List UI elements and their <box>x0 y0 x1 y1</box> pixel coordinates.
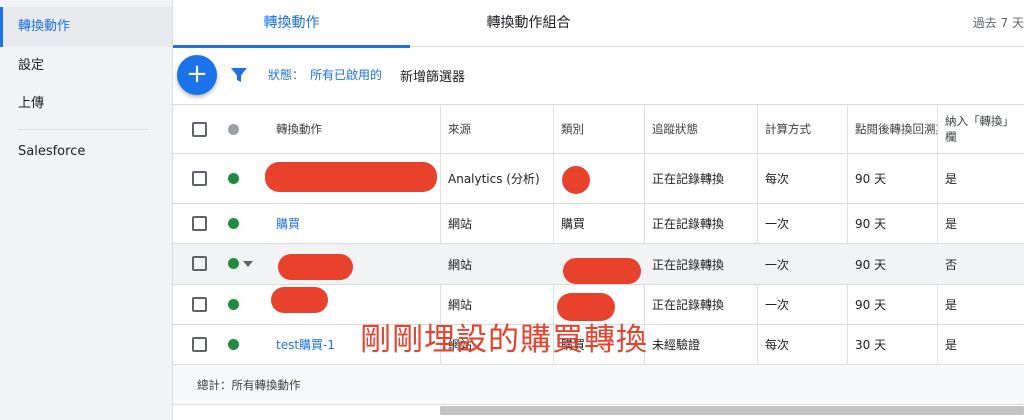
total-label: 總計：所有轉換動作 <box>197 378 301 392</box>
header-click-through-window[interactable]: 點閱後轉換回溯期 <box>847 105 937 153</box>
header-category[interactable]: 類別 <box>553 105 644 153</box>
row-checkbox[interactable] <box>192 171 207 186</box>
header-counting[interactable]: 計算方式 <box>757 105 847 153</box>
cell-include: 是 <box>945 217 958 231</box>
cell-include: 否 <box>945 257 958 272</box>
cell-tracking-status: 正在記錄轉換 <box>652 257 725 272</box>
cell-tracking-status: 正在記錄轉換 <box>652 172 725 186</box>
date-range-selector[interactable]: 過去 7 天 <box>973 0 1024 47</box>
cell-window: 90 天 <box>855 217 887 231</box>
cell-counting: 一次 <box>765 257 790 272</box>
redaction-mark <box>265 162 437 192</box>
status-dot-enabled <box>228 173 239 184</box>
header-include-in-conversions[interactable]: 納入「轉換」欄 <box>937 105 1024 153</box>
row-checkbox[interactable] <box>192 297 207 312</box>
status-dot-enabled <box>228 299 239 310</box>
select-all-checkbox[interactable] <box>192 122 207 137</box>
sidebar-divider <box>18 129 148 130</box>
horizontal-scrollbar[interactable] <box>440 406 1024 415</box>
sidebar-item-settings[interactable]: 設定 <box>0 46 172 86</box>
header-tracking-status[interactable]: 追蹤狀態 <box>644 105 757 153</box>
cell-source: 網站 <box>448 217 473 231</box>
cell-window: 90 天 <box>855 257 887 272</box>
sidebar: 轉換動作 設定 上傳 Salesforce <box>0 0 173 420</box>
cell-include: 是 <box>945 172 958 186</box>
tab-conversion-sets[interactable]: 轉換動作組合 <box>410 0 647 47</box>
status-column-icon <box>228 124 239 135</box>
cell-include: 是 <box>945 298 958 312</box>
cell-tracking-status: 正在記錄轉換 <box>652 298 725 312</box>
tab-conversions[interactable]: 轉換動作 <box>173 0 410 48</box>
cell-counting: 一次 <box>765 298 790 312</box>
cell-source: Analytics (分析) <box>448 172 540 186</box>
redaction-mark <box>278 254 353 280</box>
filter-icon[interactable] <box>230 66 248 84</box>
cell-tracking-status: 正在記錄轉換 <box>652 217 725 231</box>
add-conversion-button[interactable]: + <box>177 55 217 95</box>
cell-counting: 每次 <box>765 172 790 186</box>
sidebar-item-conversions[interactable]: 轉換動作 <box>0 7 172 47</box>
cell-window: 30 天 <box>855 338 887 352</box>
cell-counting: 一次 <box>765 217 790 231</box>
status-filter-chip[interactable]: 所有已啟用的 <box>310 66 382 83</box>
row-checkbox[interactable] <box>192 256 207 271</box>
sidebar-item-uploads[interactable]: 上傳 <box>0 84 172 124</box>
status-dropdown-icon[interactable] <box>243 261 253 267</box>
cell-window: 90 天 <box>855 298 887 312</box>
add-filter-button[interactable]: 新增篩選器 <box>400 66 465 85</box>
row-checkbox[interactable] <box>192 337 207 352</box>
header-source[interactable]: 來源 <box>440 105 553 153</box>
annotation-text: 剛剛埋設的購買轉換 <box>360 322 648 358</box>
status-dot-enabled <box>228 218 239 229</box>
tab-bar: 轉換動作 轉換動作組合 過去 7 天 <box>173 0 1024 48</box>
table-total-row: 總計：所有轉換動作 <box>173 365 1024 405</box>
status-filter-label: 狀態： <box>268 68 305 82</box>
status-dot-enabled <box>228 258 239 269</box>
redaction-mark <box>271 287 328 313</box>
status-dot-enabled <box>228 339 239 350</box>
cell-source: 網站 <box>448 257 473 272</box>
cell-window: 90 天 <box>855 172 887 186</box>
header-conversion-action[interactable]: 轉換動作 <box>268 105 438 153</box>
cell-counting: 每次 <box>765 338 790 352</box>
row-checkbox[interactable] <box>192 216 207 231</box>
cell-category: 購買 <box>561 217 586 231</box>
table-header: 轉換動作 來源 類別 追蹤狀態 計算方式 點閱後轉換回溯期 納入「轉換」欄 <box>173 104 1024 154</box>
cell-include: 是 <box>945 338 958 352</box>
conversion-name-link[interactable]: 購買 <box>268 204 438 243</box>
redaction-mark <box>562 166 590 194</box>
sidebar-item-salesforce[interactable]: Salesforce <box>0 132 172 172</box>
redaction-mark <box>563 258 641 284</box>
table-row: 購買 網站 購買 正在記錄轉換 一次 90 天 是 <box>173 204 1024 244</box>
cell-tracking-status: 未經驗證 <box>652 338 701 352</box>
